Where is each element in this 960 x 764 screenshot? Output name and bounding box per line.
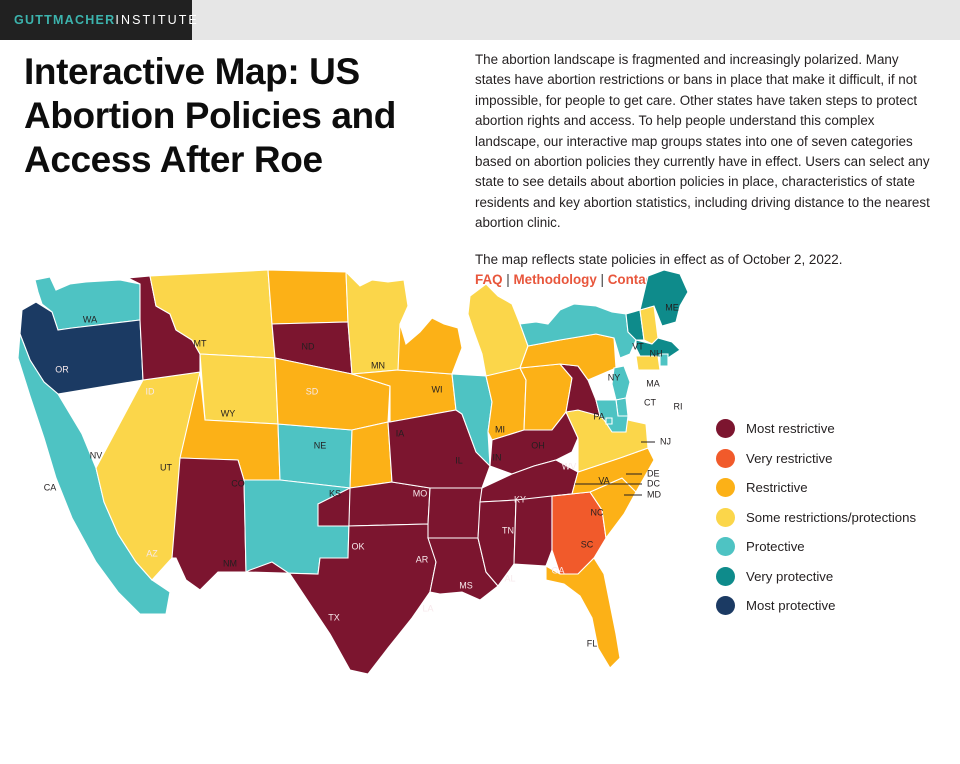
legend-label: Restrictive [746, 480, 808, 496]
intro-column: The abortion landscape is fragmented and… [475, 50, 935, 289]
state-label-DE: DE [647, 468, 660, 478]
intro-paragraph: The abortion landscape is fragmented and… [475, 52, 930, 231]
legend-swatch-icon [716, 596, 735, 616]
state-label-CA: CA [44, 482, 57, 492]
legend-item-very-protective[interactable]: Very protective [716, 562, 956, 592]
logo-text: GUTTMACHERINSTITUTE [0, 13, 199, 27]
legend-item-very-restrictive[interactable]: Very restrictive [716, 444, 956, 474]
state-AL[interactable] [513, 495, 553, 567]
legend-item-some-restrictions-protections[interactable]: Some restrictions/protections [716, 503, 956, 533]
legend-item-most-restrictive[interactable]: Most restrictive [716, 414, 956, 444]
page-root: GUTTMACHERINSTITUTE Interactive Map: US … [0, 0, 960, 764]
legend-swatch-icon [716, 478, 735, 498]
guttmacher-logo[interactable]: GUTTMACHERINSTITUTE [0, 0, 197, 40]
legend-swatch-icon [716, 537, 735, 557]
state-label-NJ: NJ [660, 436, 671, 446]
map-legend: Most restrictive Very restrictive Restri… [716, 414, 956, 621]
legend-swatch-icon [716, 448, 735, 468]
state-AR[interactable] [427, 487, 483, 539]
state-IN[interactable] [485, 367, 527, 441]
state-label-FL: FL [587, 638, 598, 648]
state-label-RI: RI [674, 401, 683, 411]
legend-label: Most restrictive [746, 421, 835, 437]
legend-swatch-icon [716, 419, 735, 439]
legend-label: Most protective [746, 598, 836, 614]
state-WY[interactable] [199, 353, 279, 425]
state-CT[interactable] [635, 355, 661, 371]
legend-label: Very protective [746, 568, 834, 584]
us-map-container[interactable]: WA OR CA NV ID MT WY UT AZ CO NM ND SD N… [0, 262, 712, 764]
legend-swatch-icon [716, 507, 735, 527]
state-CO[interactable] [277, 423, 353, 489]
legend-label: Very restrictive [746, 450, 833, 466]
state-label-DC: DC [647, 478, 660, 488]
legend-item-most-protective[interactable]: Most protective [716, 591, 956, 621]
state-label-CT: CT [644, 397, 656, 407]
state-MI[interactable] [467, 283, 529, 377]
us-map-svg[interactable]: WA OR CA NV ID MT WY UT AZ CO NM ND SD N… [0, 262, 712, 702]
state-label-LA: LA [422, 603, 433, 613]
state-WI[interactable] [397, 317, 463, 375]
logo-primary-text: GUTTMACHER [14, 13, 116, 27]
state-ND[interactable] [267, 269, 349, 325]
page-title: Interactive Map: US Abortion Policies an… [24, 51, 396, 180]
state-label-MA: MA [646, 378, 660, 388]
state-RI[interactable] [659, 353, 669, 367]
legend-swatch-icon [716, 566, 735, 586]
state-AZ[interactable] [171, 457, 247, 591]
site-header: GUTTMACHERINSTITUTE [0, 0, 960, 40]
legend-item-restrictive[interactable]: Restrictive [716, 473, 956, 503]
state-MA[interactable] [635, 337, 681, 359]
state-KS[interactable] [349, 421, 393, 489]
state-DC[interactable] [605, 417, 613, 425]
state-label-MD: MD [647, 489, 661, 499]
state-NJ[interactable] [611, 365, 631, 401]
logo-secondary-text: INSTITUTE [115, 13, 199, 27]
legend-label: Protective [746, 539, 805, 555]
legend-label: Some restrictions/protections [746, 509, 917, 525]
state-FL[interactable] [545, 557, 621, 669]
legend-item-protective[interactable]: Protective [716, 532, 956, 562]
